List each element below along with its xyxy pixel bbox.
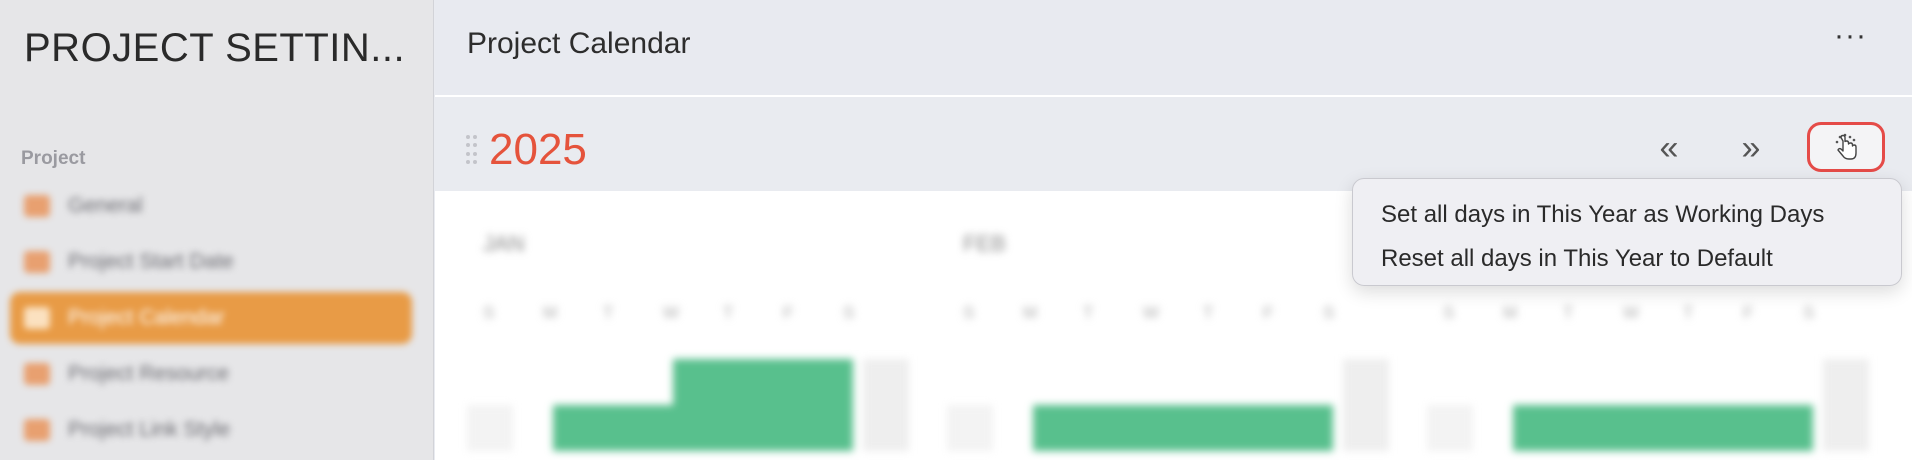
day-cell[interactable] [1093, 405, 1153, 451]
sidebar-item-label: Project Resource [68, 362, 230, 385]
week-row [463, 359, 909, 405]
day-cell[interactable] [1427, 405, 1473, 451]
month-name: FEB [963, 231, 1006, 256]
sidebar-item-project-resource[interactable]: Project Resource [10, 348, 412, 400]
weekday-row: SMTWTFS [483, 303, 855, 322]
day-cell[interactable] [1693, 405, 1753, 451]
sidebar-section-label: Project [21, 148, 86, 169]
link-icon [24, 419, 50, 441]
day-cell[interactable] [947, 405, 993, 451]
day-cell[interactable] [613, 405, 673, 451]
day-cell[interactable] [1823, 359, 1869, 405]
day-cell[interactable] [673, 359, 733, 405]
day-cell[interactable] [1573, 405, 1633, 451]
sidebar-item-label: General [68, 194, 143, 217]
sidebar-item-project-start-date[interactable]: Project Start Date [10, 236, 412, 288]
week-row [463, 405, 909, 451]
weekday-row: SMTWTFS [963, 303, 1335, 322]
page-title: Project Calendar [467, 27, 691, 60]
drag-handle-icon[interactable] [466, 135, 478, 165]
previous-year-button[interactable]: « [1649, 129, 1689, 168]
year-options-menu: Set all days in This Year as Working Day… [1352, 178, 1902, 286]
day-cell[interactable] [793, 359, 853, 405]
header: Project Calendar ··· [435, 0, 1912, 97]
set-days-button[interactable] [1807, 122, 1885, 172]
sidebar-item-label: Project Start Date [68, 250, 234, 273]
day-cell[interactable] [733, 359, 793, 405]
year-label: 2025 [489, 125, 587, 174]
calendar-icon [24, 307, 50, 329]
day-cell[interactable] [1033, 405, 1093, 451]
sidebar-item-project-link-style[interactable]: Project Link Style [10, 404, 412, 456]
sidebar-title: PROJECT SETTIN... [24, 26, 406, 70]
sidebar: PROJECT SETTIN... Project General Projec… [0, 0, 434, 460]
day-cell[interactable] [1753, 405, 1813, 451]
sidebar-list: General Project Start Date Project Calen… [10, 180, 412, 460]
day-cell[interactable] [1633, 405, 1693, 451]
day-cell[interactable] [1343, 405, 1389, 451]
sidebar-item-label: Project Link Style [68, 418, 231, 441]
general-icon [24, 195, 50, 217]
day-cell[interactable] [733, 405, 793, 451]
weekday-row: SMTWTFS [1443, 303, 1815, 322]
day-cell[interactable] [1343, 359, 1389, 405]
week-row [943, 359, 1389, 405]
day-cell[interactable] [1213, 405, 1273, 451]
day-cell[interactable] [1153, 405, 1213, 451]
sidebar-item-general[interactable]: General [10, 180, 412, 232]
resource-icon [24, 363, 50, 385]
month-name: JAN [483, 231, 525, 256]
day-cell[interactable] [1513, 405, 1573, 451]
day-cell[interactable] [673, 405, 733, 451]
sidebar-item-project-calendar[interactable]: Project Calendar [10, 292, 412, 344]
day-cell[interactable] [863, 405, 909, 451]
week-row [943, 405, 1389, 451]
day-cell[interactable] [1273, 405, 1333, 451]
sidebar-item-label: Project Calendar [68, 306, 225, 329]
day-cell[interactable] [553, 405, 613, 451]
day-cell[interactable] [863, 359, 909, 405]
menu-item-reset-default[interactable]: Reset all days in This Year to Default [1353, 237, 1901, 281]
next-year-button[interactable]: » [1731, 129, 1771, 168]
more-options-button[interactable]: ··· [1834, 21, 1867, 51]
week-row [1423, 359, 1869, 405]
flag-icon [24, 251, 50, 273]
day-cell[interactable] [793, 405, 853, 451]
day-cell[interactable] [1823, 405, 1869, 451]
week-row [1423, 405, 1869, 451]
menu-item-set-working-days[interactable]: Set all days in This Year as Working Day… [1353, 193, 1901, 237]
day-cell[interactable] [467, 405, 513, 451]
hand-pointer-icon [1835, 133, 1857, 160]
